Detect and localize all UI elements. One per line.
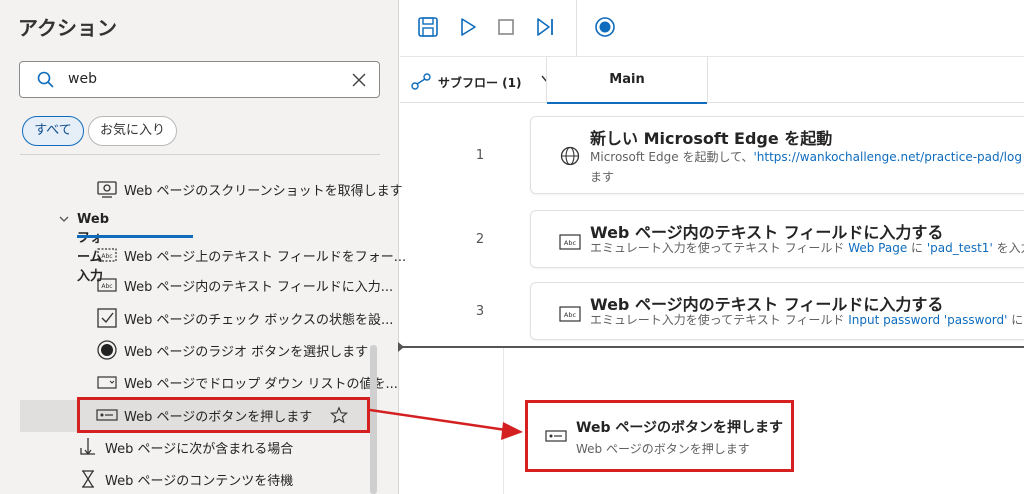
save-icon[interactable]: [415, 14, 441, 40]
toolbar-divider: [576, 0, 577, 56]
svg-text:Abc: Abc: [564, 311, 577, 319]
drag-preview-description: Web ページのボタンを押します: [576, 442, 750, 456]
clear-search-icon[interactable]: [349, 70, 369, 90]
record-icon[interactable]: [592, 14, 618, 40]
chevron-down-icon: [59, 216, 69, 222]
star-icon[interactable]: [330, 406, 348, 424]
subflow-icon: [411, 73, 431, 90]
text-field-icon: Abc: [559, 306, 581, 322]
button-icon: [545, 430, 567, 442]
flow-step-populate-text-2[interactable]: Abc Web ページ内のテキスト フィールドに入力する エミュレート入力を使っ…: [530, 282, 1024, 340]
action-item-label: Web ページに次が含まれる場合: [105, 442, 294, 457]
radio-button-icon: [97, 340, 117, 360]
actions-pane-title: アクション: [18, 16, 117, 40]
step-number: 1: [475, 148, 485, 163]
flow-step-populate-text-1[interactable]: Abc Web ページ内のテキスト フィールドに入力する エミュレート入力を使っ…: [530, 210, 1024, 268]
dropdown-icon: [97, 376, 117, 389]
action-item-label: Web ページのスクリーンショットを取得します: [124, 184, 403, 199]
filter-all-button[interactable]: すべて: [22, 116, 84, 146]
run-icon[interactable]: [455, 14, 481, 40]
step-description: エミュレート入力を使ってテキスト フィールド Input password 'p…: [590, 313, 1024, 327]
svg-text:Abc: Abc: [564, 239, 577, 247]
action-search-box[interactable]: web: [19, 61, 380, 98]
drop-indicator-line: [400, 346, 1024, 348]
run-next-action-icon[interactable]: [532, 14, 558, 40]
step-number: 3: [475, 304, 485, 319]
svg-text:Abc: Abc: [101, 283, 112, 290]
step-description-line2: ます: [590, 170, 615, 184]
tab-main[interactable]: Main: [546, 57, 708, 104]
search-input[interactable]: web: [68, 71, 97, 87]
action-item-label: Web ページのボタンを押します: [124, 410, 313, 425]
step-variable-link[interactable]: 'https://wankochallenge.net/practice-pad…: [753, 150, 1022, 164]
text-field-icon: Abc: [559, 234, 581, 250]
subflow-label: サブフロー (1): [438, 76, 522, 90]
action-item-label: Web ページのチェック ボックスの状態を設...: [124, 313, 394, 328]
actions-pane: アクション web すべて お気に入り Web ページのスクリーンショットを取得…: [0, 0, 406, 494]
svg-text:Abc: Abc: [101, 253, 112, 260]
drag-preview-press-button: Web ページのボタンを押します Web ページのボタンを押します: [525, 400, 794, 472]
action-item-press-button[interactable]: Web ページのボタンを押します: [96, 400, 358, 430]
drag-preview-title: Web ページのボタンを押します: [576, 420, 784, 436]
search-icon: [37, 71, 54, 88]
action-item-label: Web ページ上のテキスト フィールドをフォー...: [124, 250, 407, 265]
step-variable-link[interactable]: Web Page: [848, 241, 907, 255]
camera-screen-icon: [97, 181, 117, 198]
step-title: 新しい Microsoft Edge を起動: [590, 129, 833, 148]
action-item-label: Web ページのラジオ ボタンを選択します: [124, 345, 369, 360]
action-item-label: Web ページ内のテキスト フィールドに入力...: [124, 280, 394, 295]
filter-favorites-button[interactable]: お気に入り: [88, 116, 177, 146]
stop-icon[interactable]: [493, 14, 519, 40]
checkbox-icon: [97, 308, 117, 328]
action-item-label: Web ページでドロップ ダウン リストの値を...: [124, 377, 398, 392]
button-icon: [96, 409, 118, 421]
step-gutter-line: [503, 348, 504, 494]
text-field-focus-icon: Abc: [97, 248, 117, 262]
tab-main-underline: [547, 102, 707, 104]
flow-step-launch-edge[interactable]: 新しい Microsoft Edge を起動 Microsoft Edge を起…: [530, 116, 1024, 194]
step-description: エミュレート入力を使ってテキスト フィールド Web Page に 'pad_t…: [590, 241, 1024, 255]
step-value-link[interactable]: 'pad_test1': [927, 241, 993, 255]
globe-icon: [560, 146, 580, 166]
hourglass-icon: [82, 470, 94, 488]
group-underline: [77, 235, 193, 238]
divider: [20, 154, 380, 155]
power-automate-desktop-window: アクション web すべて お気に入り Web ページのスクリーンショットを取得…: [0, 0, 1024, 494]
step-variable-link[interactable]: Input password 'password': [848, 313, 1007, 327]
actions-scrollbar[interactable]: [370, 345, 377, 494]
step-number: 2: [475, 232, 485, 247]
text-field-icon: Abc: [97, 278, 117, 292]
conditional-icon: [80, 438, 95, 455]
step-description: Microsoft Edge を起動して、'https://wankochall…: [590, 150, 1022, 164]
tab-main-label: Main: [609, 72, 645, 87]
action-item-label: Web ページのコンテンツを待機: [105, 474, 294, 489]
